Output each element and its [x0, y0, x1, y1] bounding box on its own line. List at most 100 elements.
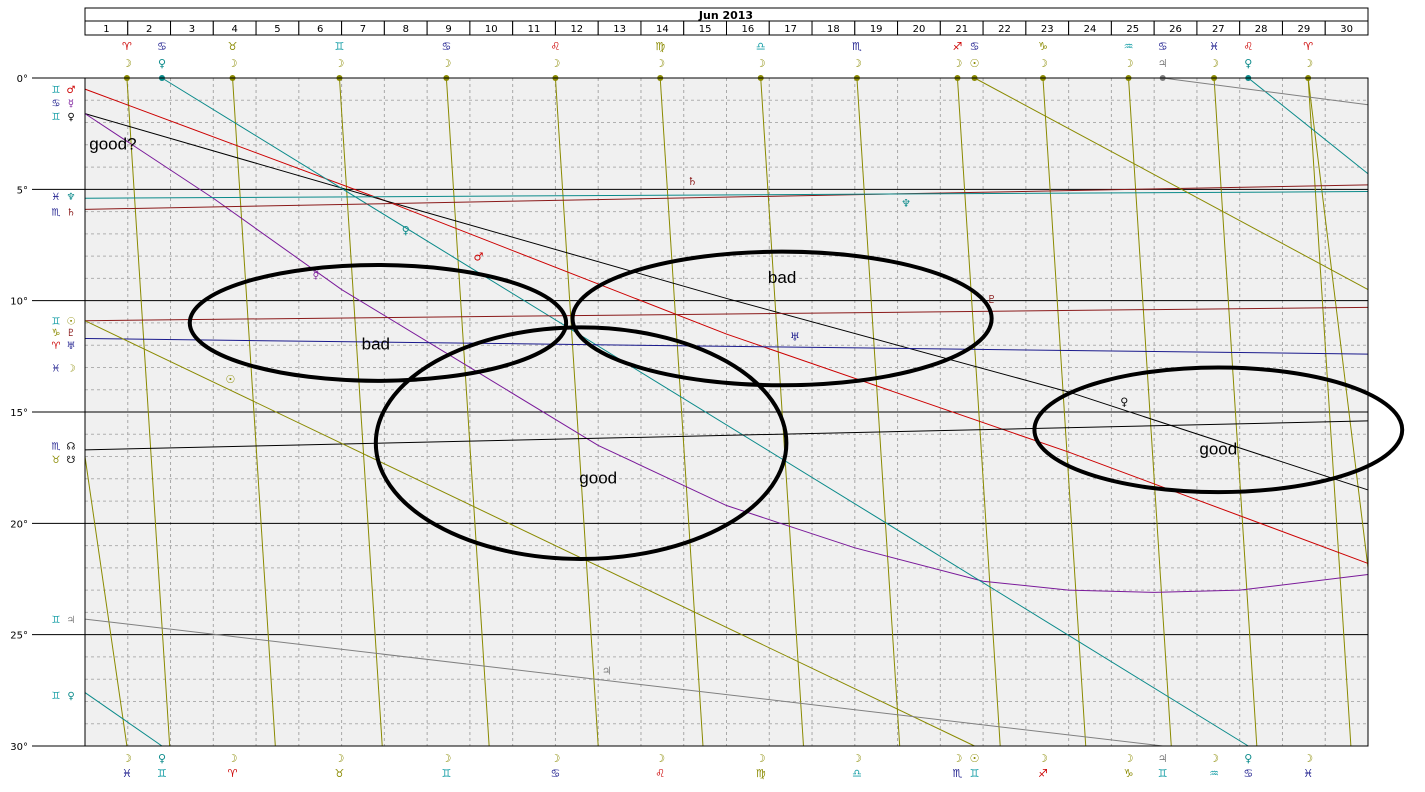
day-label: 17 [784, 24, 797, 35]
bottom-planet-glyph: ☽ [1303, 752, 1313, 765]
top-sign-glyph: ♌ [550, 40, 560, 53]
top-sign-glyph: ♐ [953, 40, 963, 53]
y-tick-label: 10° [10, 297, 28, 308]
top-planet-glyph: ♀ [1244, 57, 1252, 70]
bottom-sign-glyph: ♓ [1303, 767, 1313, 780]
planet-glyph: ♃ [602, 665, 612, 678]
top-planet-glyph: ☽ [1038, 57, 1048, 70]
top-sign-glyph: ♓ [1209, 40, 1219, 53]
top-planet-glyph: ☽ [441, 57, 451, 70]
bottom-planet-glyph: ☽ [1038, 752, 1048, 765]
day-label: 2 [146, 24, 152, 35]
top-planet-glyph: ☽ [1124, 57, 1134, 70]
day-label: 15 [699, 24, 712, 35]
left-planet-glyph: ♀ [67, 112, 74, 123]
bottom-sign-glyph: ♈ [228, 767, 238, 780]
day-label: 30 [1340, 24, 1353, 35]
y-tick-label: 20° [10, 519, 28, 530]
planet-glyph: ♆ [901, 197, 911, 210]
planet-glyph: ♀ [402, 224, 410, 237]
left-sign-glyph: ♏ [52, 441, 61, 452]
left-sign-glyph: ♓ [52, 192, 61, 203]
day-label: 21 [955, 24, 968, 35]
top-planet-glyph: ☽ [756, 57, 766, 70]
annotation-label: good [579, 468, 617, 487]
bottom-planet-glyph: ☽ [335, 752, 345, 765]
day-label: 12 [570, 24, 583, 35]
bottom-sign-glyph: ♑ [1124, 767, 1134, 780]
day-label: 3 [189, 24, 195, 35]
bottom-sign-glyph: ♒ [1209, 767, 1219, 780]
top-planet-glyph: ♃ [1158, 57, 1168, 70]
bottom-planet-glyph: ☽ [550, 752, 560, 765]
y-axis: 0° 5° 10° 15° 20° 25° 30° [10, 74, 85, 753]
day-label: 26 [1169, 24, 1182, 35]
day-label: 13 [613, 24, 626, 35]
planet-glyph: ♂ [474, 251, 484, 264]
day-label: 6 [317, 24, 323, 35]
top-planet-glyph: ☽ [122, 57, 132, 70]
astro-chart: Jun 2013 1 2 3 4 5 6 7 8 9 10 11 12 13 14 15 16 17 18 19 20… [0, 0, 1425, 788]
top-planet-glyph: ☽ [852, 57, 862, 70]
day-label: 19 [870, 24, 883, 35]
y-tick-label: 30° [10, 742, 28, 753]
bottom-sign-glyph: ♓ [122, 767, 132, 780]
left-planet-glyph: ☉ [67, 317, 76, 328]
bottom-planet-glyph: ☽ [852, 752, 862, 765]
left-planet-glyph: ☊ [67, 441, 76, 452]
planet-glyph: ♄ [687, 175, 697, 188]
top-planet-glyph: ☽ [550, 57, 560, 70]
day-label: 10 [485, 24, 498, 35]
top-planet-glyph: ♀ [158, 57, 166, 70]
day-label: 14 [656, 24, 669, 35]
bottom-sign-glyph: ♐ [1038, 767, 1048, 780]
bottom-planet-glyph: ☽ [122, 752, 132, 765]
annotation-label: good [1199, 439, 1237, 458]
bottom-planet-glyph: ☽ [1124, 752, 1134, 765]
top-sign-glyph: ♉ [228, 40, 238, 53]
top-sign-glyph: ♋ [157, 40, 167, 53]
left-planet-glyph: ☿ [68, 98, 74, 109]
day-label: 7 [360, 24, 366, 35]
day-label: 8 [403, 24, 409, 35]
day-label: 23 [1041, 24, 1054, 35]
left-planet-glyph: ♅ [67, 341, 76, 352]
top-planet-glyph: ☽ [1209, 57, 1219, 70]
bottom-planet-glyph: ☽ [756, 752, 766, 765]
left-planet-glyph: ♆ [67, 192, 76, 203]
left-sign-glyph: ♊ [52, 615, 61, 626]
top-sign-glyph: ♑ [1038, 40, 1048, 53]
left-planet-glyph: ♄ [67, 208, 76, 219]
left-sign-glyph: ♓ [52, 363, 61, 374]
top-planet-glyph: ☉ [970, 57, 980, 70]
left-sign-glyph: ♑ [52, 328, 61, 339]
top-sign-glyph: ♏ [852, 40, 862, 53]
bottom-planet-glyph: ♀ [1244, 752, 1252, 765]
bottom-planet-glyph: ♀ [158, 752, 166, 765]
day-label: 4 [231, 24, 237, 35]
top-planet-glyph: ☽ [1303, 57, 1313, 70]
top-sign-glyph: ♋ [441, 40, 451, 53]
bottom-planet-glyph: ☽ [655, 752, 665, 765]
bottom-planet-glyph: ☽ [228, 752, 238, 765]
left-sign-glyph: ♉ [52, 455, 61, 466]
bottom-sign-glyph: ♋ [550, 767, 560, 780]
bottom-sign-glyph: ♏ [953, 767, 963, 780]
left-sign-glyph: ♊ [52, 112, 61, 123]
chart-svg: Jun 2013 1 2 3 4 5 6 7 8 9 10 11 12 13 14 15 16 17 18 19 20… [10, 7, 1405, 780]
day-label: 16 [742, 24, 755, 35]
annotation-label: good? [89, 134, 136, 153]
day-label: 25 [1126, 24, 1139, 35]
planet-glyph: ♅ [790, 331, 800, 344]
bottom-sign-glyph: ♊ [970, 767, 980, 780]
bottom-sign-glyph: ♉ [335, 767, 345, 780]
day-label: 27 [1212, 24, 1225, 35]
day-label: 20 [913, 24, 926, 35]
top-planet-glyph: ☽ [655, 57, 665, 70]
left-sign-glyph: ♋ [52, 98, 61, 109]
bottom-sign-glyph: ♎ [852, 767, 862, 780]
left-sign-glyph: ♊ [52, 317, 61, 328]
y-tick-label: 25° [10, 631, 28, 642]
top-planet-glyph: ☽ [953, 57, 963, 70]
top-sign-glyph: ♋ [1158, 40, 1168, 53]
